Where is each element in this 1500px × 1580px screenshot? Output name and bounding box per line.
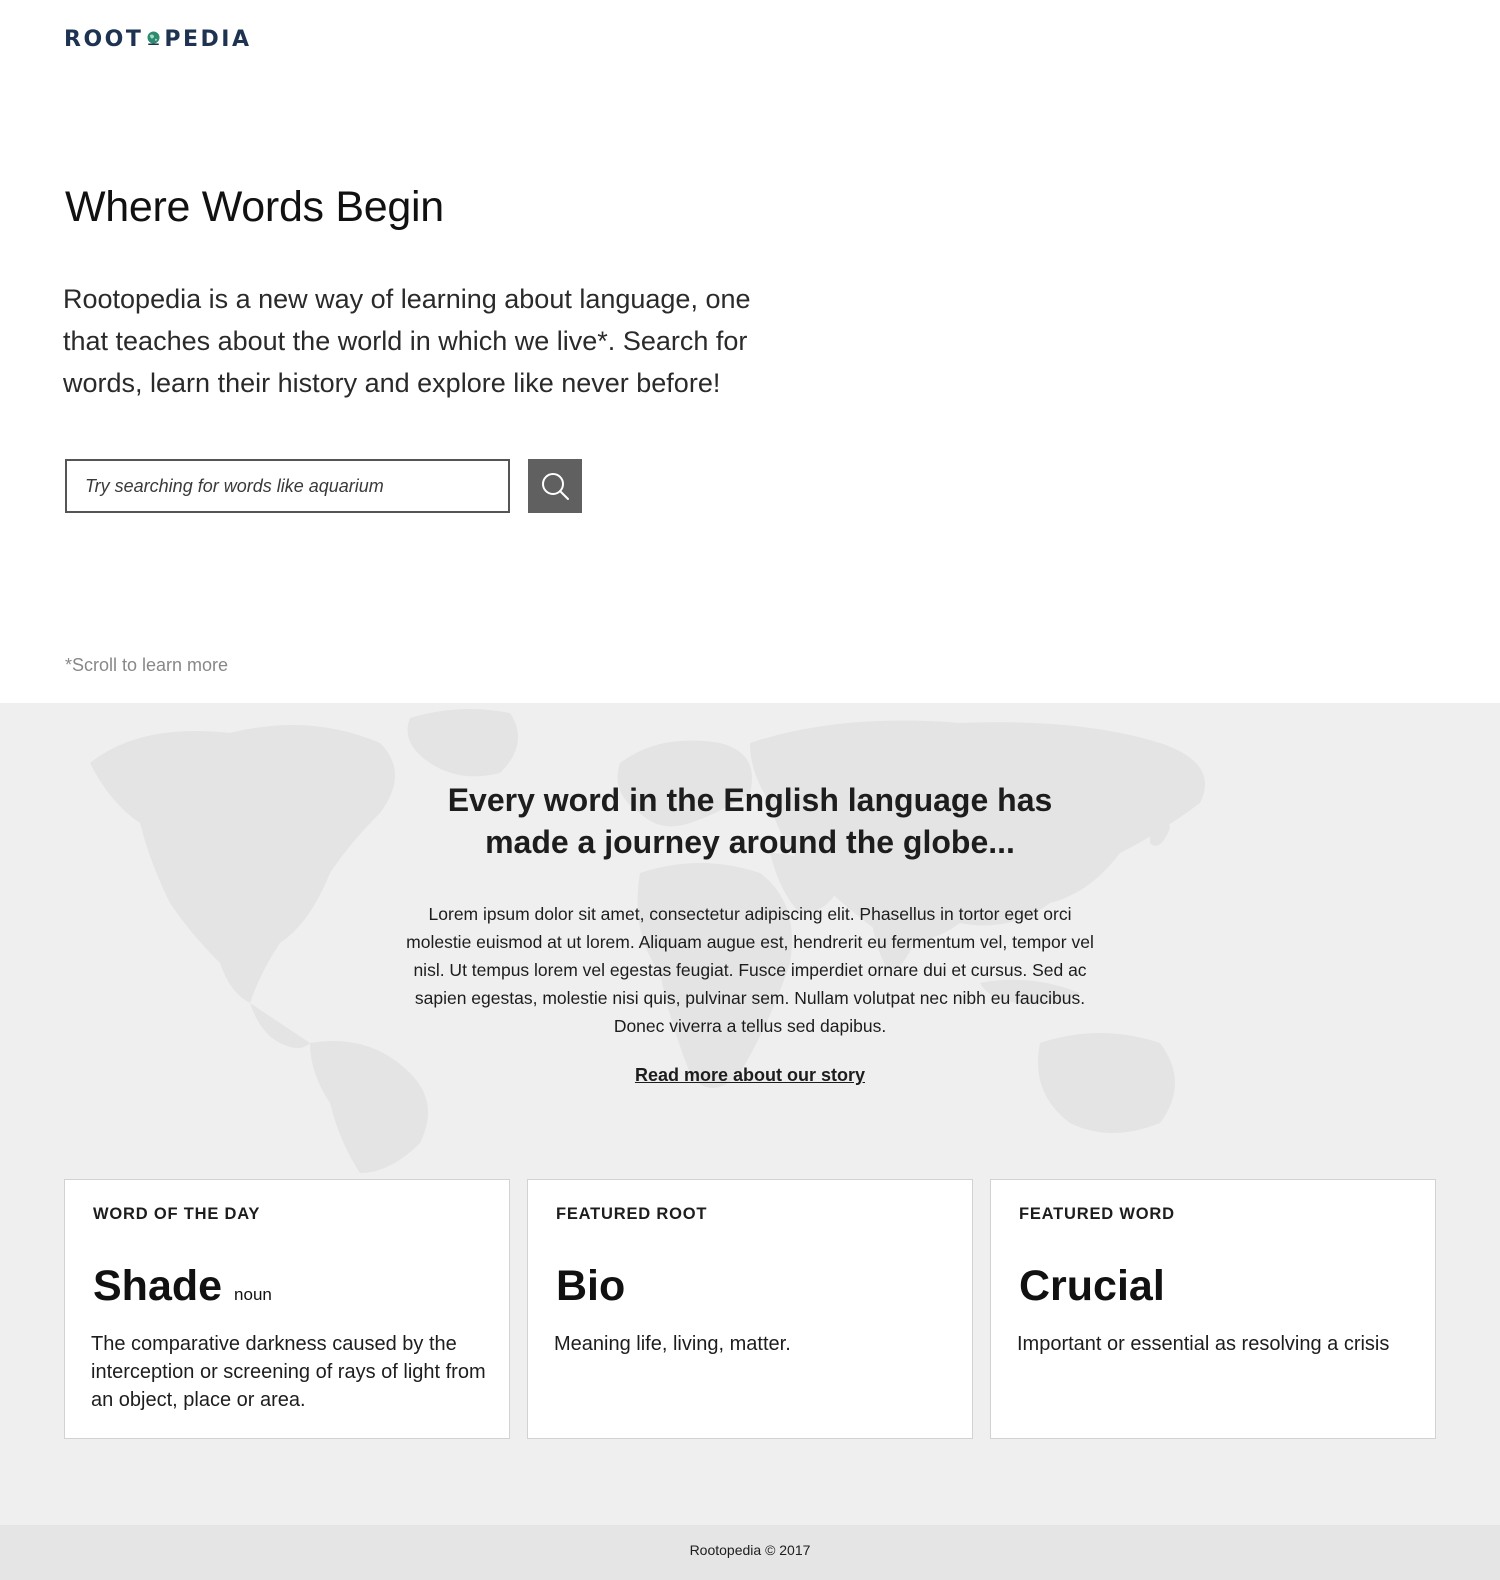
card-definition: Important or essential as resolving a cr…	[1017, 1333, 1390, 1355]
featured-root-card[interactable]: FEATURED ROOT Bio Meaning life, living, …	[527, 1179, 973, 1439]
hero-description: Rootopedia is a new way of learning abou…	[63, 284, 751, 398]
story-title-line-1: Every word in the English language has	[447, 782, 1053, 818]
card-definition: Meaning life, living, matter.	[554, 1333, 791, 1355]
card-word-text: Shade	[93, 1262, 223, 1310]
card-word-text: Bio	[556, 1262, 626, 1310]
search-icon	[542, 473, 569, 500]
part-of-speech: noun	[234, 1285, 272, 1304]
story-link-wrap: Read more about our story	[0, 1065, 1500, 1086]
read-more-link[interactable]: Read more about our story	[635, 1065, 865, 1085]
card-word-text: Crucial	[1019, 1262, 1165, 1310]
card-label: FEATURED ROOT	[556, 1205, 708, 1223]
story-title-line-2: made a journey around the globe...	[485, 824, 1015, 860]
copyright-text: Rootopedia © 2017	[689, 1542, 811, 1558]
scroll-note: *Scroll to learn more	[65, 655, 229, 675]
featured-word-card[interactable]: FEATURED WORD Crucial Important or essen…	[990, 1179, 1436, 1439]
story-title: Every word in the English language has m…	[0, 779, 1500, 863]
site-footer: Rootopedia © 2017	[0, 1525, 1500, 1580]
hero-section: Where Words Begin Rootopedia is a new wa…	[0, 0, 1500, 703]
word-of-the-day-card[interactable]: WORD OF THE DAY Shade noun The comparativ…	[64, 1179, 510, 1439]
search-input[interactable]	[65, 459, 510, 513]
card-word: Shade noun	[93, 1262, 272, 1311]
card-word: Bio	[556, 1262, 625, 1311]
card-label: FEATURED WORD	[1019, 1205, 1175, 1223]
card-label: WORD OF THE DAY	[93, 1205, 261, 1223]
card-word: Crucial	[1019, 1262, 1165, 1311]
search-button[interactable]	[528, 459, 582, 513]
card-definition: The comparative darkness caused by the i…	[91, 1333, 486, 1411]
story-body: Lorem ipsum dolor sit amet, consectetur …	[406, 904, 1094, 1036]
search-bar	[65, 459, 582, 513]
story-section: Every word in the English language has m…	[0, 703, 1500, 1525]
hero-title: Where Words Begin	[65, 183, 444, 231]
